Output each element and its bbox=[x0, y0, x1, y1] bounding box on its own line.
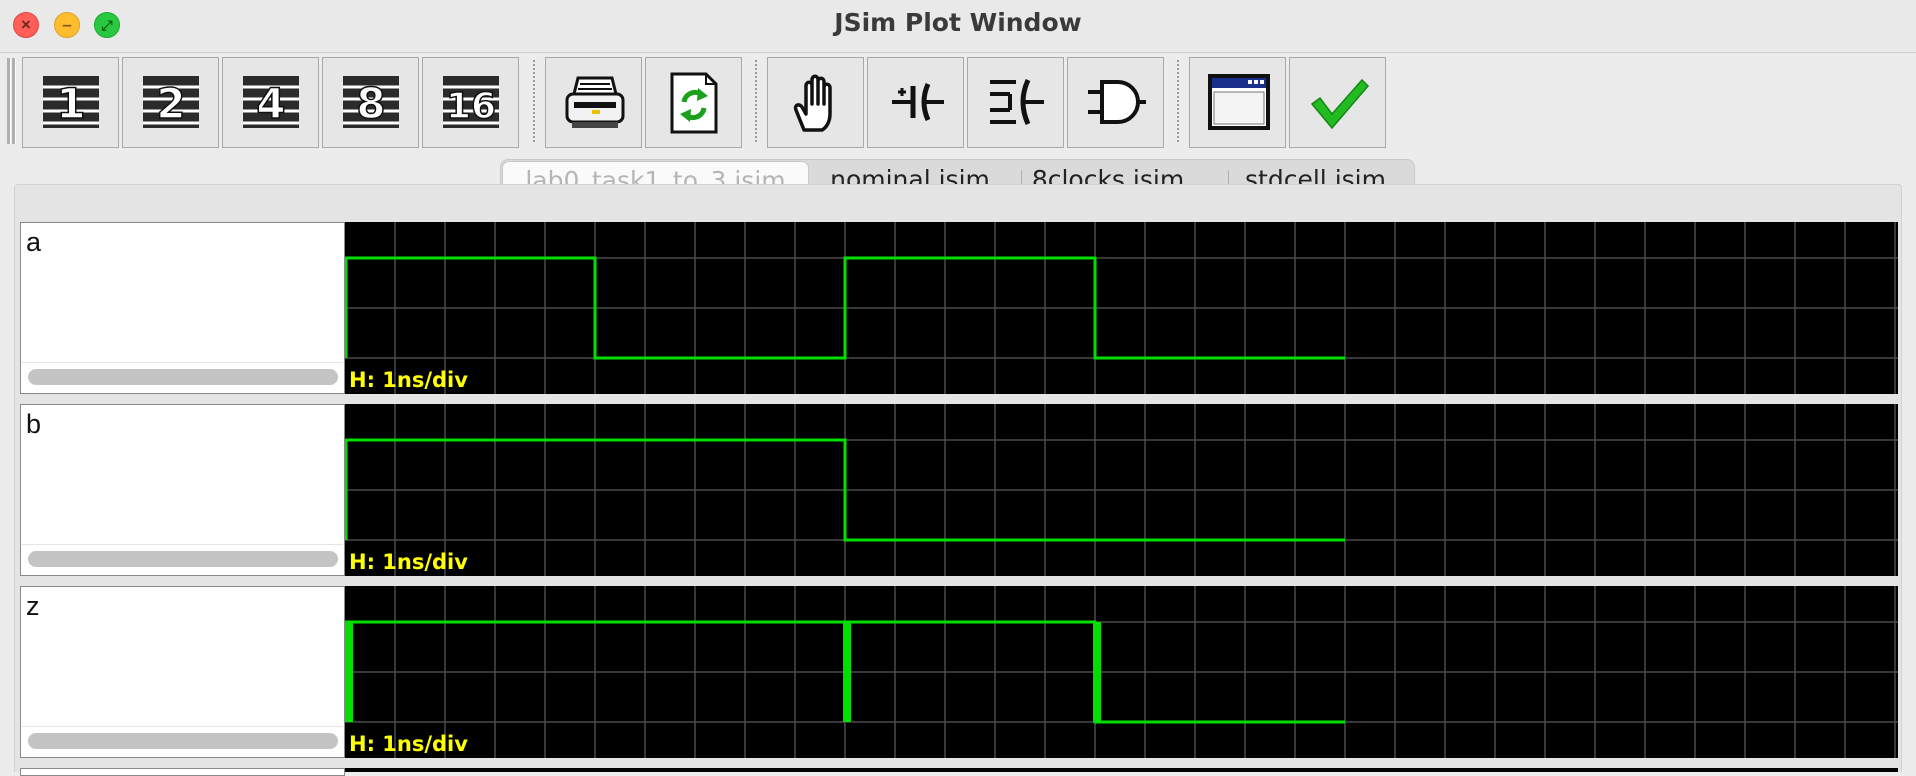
scroll-track bbox=[22, 544, 343, 545]
signal-label-panel: a bbox=[20, 222, 345, 394]
signal-label-panel: b bbox=[20, 404, 345, 576]
waveform-trace-svg bbox=[345, 586, 1898, 758]
horizontal-scrollbar[interactable] bbox=[28, 733, 338, 749]
document-refresh-icon bbox=[670, 72, 718, 134]
scroll-track bbox=[22, 726, 343, 727]
signal-label-panel bbox=[20, 768, 345, 776]
gates-icon bbox=[990, 78, 1044, 126]
svg-text:2: 2 bbox=[156, 79, 185, 128]
glitch-marker bbox=[843, 622, 851, 722]
signal-name: z bbox=[26, 591, 40, 621]
zoom-1x-button[interactable]: 1 bbox=[22, 57, 119, 148]
zoom-16x-button[interactable]: 16 bbox=[422, 57, 519, 148]
svg-text:1: 1 bbox=[56, 79, 85, 128]
zoom-16-icon: 16 bbox=[443, 76, 499, 128]
horizontal-scrollbar[interactable] bbox=[28, 551, 338, 567]
toolbar-separator bbox=[533, 60, 535, 142]
waveform-plot[interactable] bbox=[345, 768, 1898, 772]
window-title: JSim Plot Window bbox=[834, 8, 1082, 37]
signal-label-panel: z bbox=[20, 586, 345, 758]
toolbar: 1 2 4 8 16 bbox=[0, 52, 1916, 152]
zoom-8x-button[interactable]: 8 bbox=[322, 57, 419, 148]
waveform-plot[interactable]: H: 1ns/div bbox=[345, 404, 1898, 576]
pan-button[interactable] bbox=[767, 57, 864, 148]
glitch-marker bbox=[345, 622, 353, 722]
print-button[interactable] bbox=[545, 57, 642, 148]
capacitor-icon bbox=[892, 82, 944, 122]
window-icon bbox=[1208, 74, 1270, 130]
toolbar-separator bbox=[1177, 60, 1179, 142]
zoom-4-icon: 4 bbox=[243, 76, 299, 129]
toolbar-grip[interactable] bbox=[12, 58, 16, 144]
horizontal-scale-label: H: 1ns/div bbox=[349, 550, 468, 574]
reload-button[interactable] bbox=[645, 57, 742, 148]
waveform-plot[interactable]: H: 1ns/div bbox=[345, 222, 1898, 394]
zoom-1-icon: 1 bbox=[43, 76, 99, 129]
horizontal-scale-label: H: 1ns/div bbox=[349, 732, 468, 756]
title-bar: × – ⤢ JSim Plot Window bbox=[0, 0, 1916, 53]
zoom-8-icon: 8 bbox=[343, 76, 399, 129]
signal-row-a: a H: 1ns/div bbox=[20, 222, 1898, 394]
toolbar-separator bbox=[755, 60, 757, 142]
new-window-button[interactable] bbox=[1189, 57, 1286, 148]
hand-icon bbox=[793, 74, 832, 132]
horizontal-scale-label: H: 1ns/div bbox=[349, 368, 468, 392]
gate-stack-button[interactable] bbox=[967, 57, 1064, 148]
waveform-plot[interactable]: H: 1ns/div bbox=[345, 586, 1898, 758]
signal-name: a bbox=[26, 227, 42, 257]
and-gate-icon bbox=[1088, 80, 1146, 124]
toolbar-grip[interactable] bbox=[7, 58, 11, 144]
signal-name: b bbox=[26, 409, 42, 439]
signal-row-b: b H: 1ns/div bbox=[20, 404, 1898, 576]
svg-text:8: 8 bbox=[356, 79, 385, 128]
and-gate-button[interactable] bbox=[1067, 57, 1164, 148]
waveform-trace-svg bbox=[345, 404, 1898, 576]
zoom-4x-button[interactable]: 4 bbox=[222, 57, 319, 148]
checkmark-icon bbox=[1310, 78, 1370, 130]
svg-text:16: 16 bbox=[446, 86, 496, 127]
capacitor-button[interactable] bbox=[867, 57, 964, 148]
glitch-marker bbox=[1093, 622, 1101, 722]
signal-row-partial bbox=[20, 768, 1898, 776]
zoom-2x-button[interactable]: 2 bbox=[122, 57, 219, 148]
check-button[interactable] bbox=[1289, 57, 1386, 148]
waveform-trace-svg bbox=[345, 222, 1898, 394]
printer-icon bbox=[565, 76, 625, 128]
svg-text:4: 4 bbox=[256, 79, 285, 128]
scroll-track bbox=[22, 362, 343, 363]
horizontal-scrollbar[interactable] bbox=[28, 369, 338, 385]
signal-row-z: z H: 1ns/div bbox=[20, 586, 1898, 758]
zoom-2-icon: 2 bbox=[143, 76, 199, 129]
